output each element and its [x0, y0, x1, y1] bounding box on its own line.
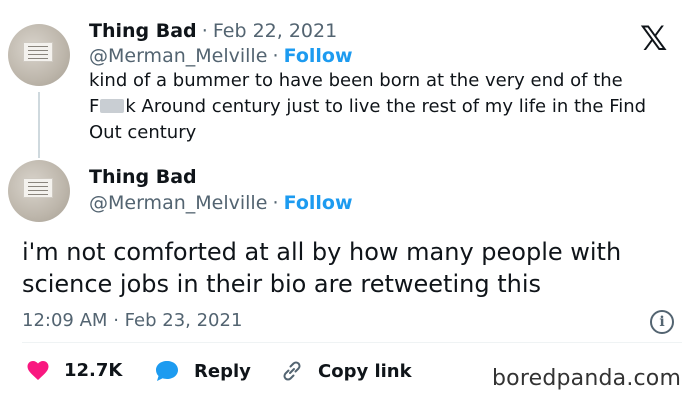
follow-button[interactable]: Follow	[284, 192, 353, 214]
avatar[interactable]	[8, 24, 70, 86]
reply-icon	[156, 361, 178, 381]
copy-link-label: Copy link	[318, 360, 412, 382]
info-icon[interactable]: i	[650, 310, 674, 334]
avatar[interactable]	[8, 160, 70, 222]
main-tweet-text: i'm not comforted at all by how many peo…	[22, 238, 622, 298]
tweet-time[interactable]: 12:09 AM	[22, 310, 107, 331]
reply-button[interactable]: Reply	[154, 359, 251, 383]
tweet-header: Thing Bad · Feb 22, 2021	[89, 20, 337, 42]
tweet-header: Thing Bad	[89, 166, 197, 188]
tweet-text-line: Out century	[89, 122, 197, 143]
tweet-text: kind of a bummer to have been born at th…	[89, 68, 699, 146]
separator-dot: ·	[272, 45, 279, 67]
like-count: 12.7K	[64, 359, 123, 381]
text-fragment: k Around century just to live the rest o…	[125, 96, 647, 117]
tweet-text-line: Fk Around century just to live the rest …	[89, 94, 699, 120]
copy-link-button[interactable]: Copy link	[280, 359, 412, 383]
heart-icon	[27, 361, 49, 380]
handle-row: @Merman_Melville · Follow	[89, 192, 353, 214]
tweet-date[interactable]: Feb 22, 2021	[213, 20, 337, 42]
reply-label: Reply	[194, 360, 251, 382]
like-button[interactable]: 12.7K	[26, 359, 122, 381]
avatar-image	[23, 42, 53, 62]
user-handle[interactable]: @Merman_Melville	[89, 45, 267, 67]
handle-row: @Merman_Melville · Follow	[89, 45, 353, 67]
thread-connector-line	[38, 92, 40, 158]
tweet-full-date[interactable]: Feb 23, 2021	[125, 310, 243, 331]
separator-dot: ·	[201, 20, 208, 42]
watermark: boredpanda.com	[492, 366, 682, 391]
avatar-image	[23, 178, 53, 198]
display-name[interactable]: Thing Bad	[89, 20, 197, 42]
user-handle[interactable]: @Merman_Melville	[89, 192, 267, 214]
link-icon	[283, 361, 301, 381]
separator-dot: ·	[113, 310, 119, 331]
text-fragment: F	[89, 96, 100, 117]
separator-dot: ·	[272, 192, 279, 214]
timestamp-row: 12:09 AM · Feb 23, 2021	[22, 310, 242, 331]
display-name[interactable]: Thing Bad	[89, 166, 197, 188]
tweet-text-line: kind of a bummer to have been born at th…	[89, 70, 623, 91]
x-logo-icon[interactable]: 𝕏	[640, 22, 667, 56]
follow-button[interactable]: Follow	[284, 45, 353, 67]
divider	[22, 342, 682, 343]
censor-blur	[100, 99, 125, 113]
